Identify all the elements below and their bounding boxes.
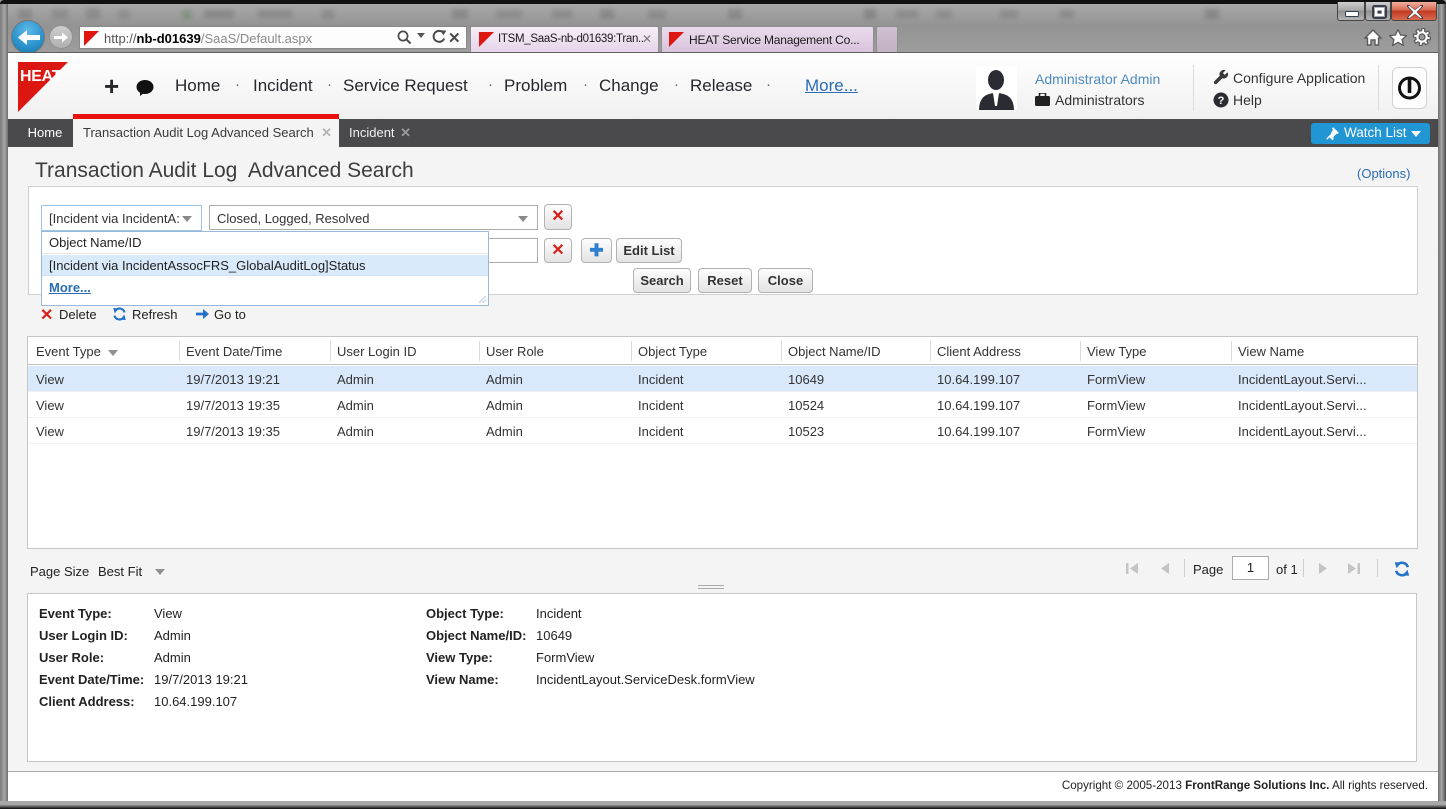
svg-text:HEAT: HEAT [20, 68, 62, 85]
svg-text:?: ? [1218, 95, 1225, 107]
